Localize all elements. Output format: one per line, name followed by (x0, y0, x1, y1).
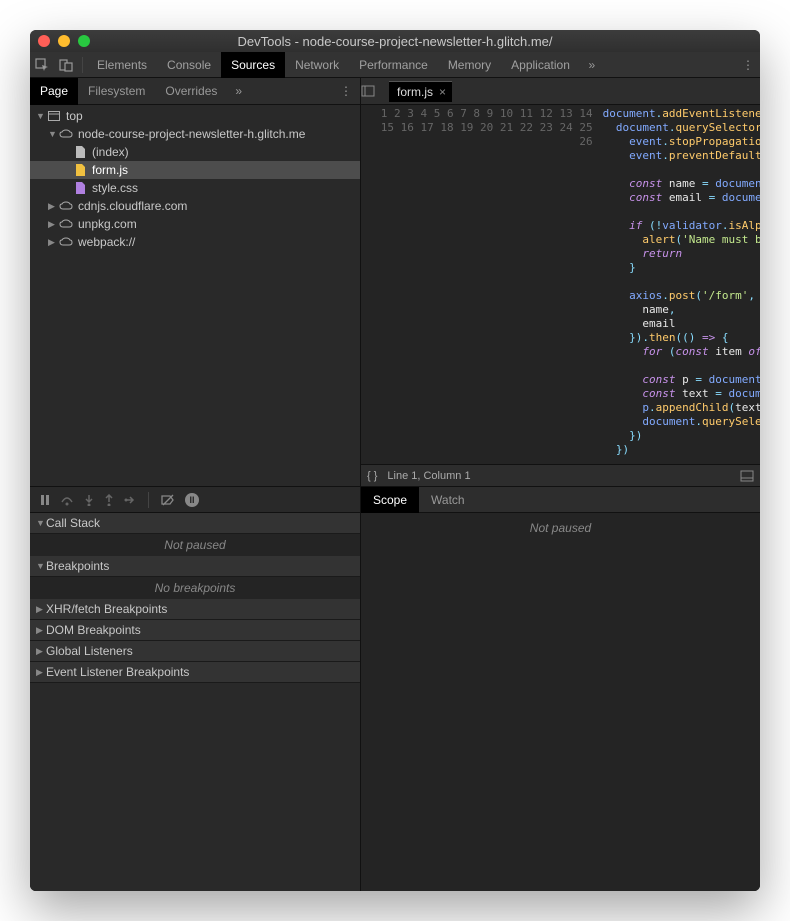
panel-tab-elements[interactable]: Elements (87, 52, 157, 78)
more-panels-icon[interactable]: » (580, 53, 604, 77)
maximize-window-icon[interactable] (78, 35, 90, 47)
section-xhr-fetch-breakpoints[interactable]: ▶XHR/fetch Breakpoints (30, 599, 360, 620)
debugger-toolbar: II (30, 487, 360, 513)
file-tab-label: form.js (397, 85, 433, 99)
file-navigator-icon[interactable] (361, 85, 389, 97)
panel-tab-sources[interactable]: Sources (221, 52, 285, 78)
inspect-element-icon[interactable] (30, 53, 54, 77)
panel-tabs: ElementsConsoleSourcesNetworkPerformance… (87, 52, 580, 78)
more-nav-tabs-icon[interactable]: » (227, 84, 250, 98)
section-body: Not paused (30, 534, 360, 556)
panel-tab-application[interactable]: Application (501, 52, 580, 78)
editor-status-bar: { } Line 1, Column 1 (361, 464, 760, 486)
tree-domain-webpack[interactable]: ▶webpack:// (30, 233, 360, 251)
nav-tab-overrides[interactable]: Overrides (155, 78, 227, 105)
tree-domain[interactable]: ▼node-course-project-newsletter-h.glitch… (30, 125, 360, 143)
step-into-icon[interactable] (84, 494, 94, 506)
step-over-icon[interactable] (60, 494, 74, 506)
nav-menu-icon[interactable]: ⋮ (332, 84, 360, 98)
pretty-print-icon[interactable]: { } (367, 470, 377, 482)
tree-file-index[interactable]: (index) (30, 143, 360, 161)
nav-tab-filesystem[interactable]: Filesystem (78, 78, 155, 105)
tree-top[interactable]: ▼top (30, 107, 360, 125)
navigator-tabs: PageFilesystemOverrides » ⋮ (30, 78, 360, 105)
section-call-stack[interactable]: ▼Call Stack (30, 513, 360, 534)
panel-tab-network[interactable]: Network (285, 52, 349, 78)
devtools-window: DevTools - node-course-project-newslette… (30, 30, 760, 891)
device-toolbar-icon[interactable] (54, 53, 78, 77)
scope-tab-scope[interactable]: Scope (361, 487, 419, 513)
panel-tab-memory[interactable]: Memory (438, 52, 501, 78)
scope-tabs: ScopeWatch (361, 487, 760, 513)
section-event-listener-breakpoints[interactable]: ▶Event Listener Breakpoints (30, 662, 360, 683)
file-tab-form-js[interactable]: form.js × (389, 81, 452, 102)
close-tab-icon[interactable]: × (439, 85, 446, 99)
section-breakpoints[interactable]: ▼Breakpoints (30, 556, 360, 577)
editor-tabs: form.js × (361, 78, 760, 105)
nav-tab-page[interactable]: Page (30, 78, 78, 105)
section-global-listeners[interactable]: ▶Global Listeners (30, 641, 360, 662)
tree-file-formjs[interactable]: form.js (30, 161, 360, 179)
settings-menu-icon[interactable]: ⋮ (736, 53, 760, 77)
scope-content: Not paused (361, 513, 760, 891)
pause-icon[interactable] (40, 494, 50, 506)
window-title: DevTools - node-course-project-newslette… (30, 34, 760, 49)
cursor-position: Line 1, Column 1 (387, 470, 470, 482)
code-editor[interactable]: 1 2 3 4 5 6 7 8 9 10 11 12 13 14 15 16 1… (361, 105, 760, 464)
titlebar: DevTools - node-course-project-newslette… (30, 30, 760, 52)
main-toolbar: ElementsConsoleSourcesNetworkPerformance… (30, 52, 760, 78)
scope-tab-watch[interactable]: Watch (419, 487, 477, 513)
scope-pane: ScopeWatch Not paused (361, 487, 760, 891)
debugger-pane: II ▼Call StackNot paused▼BreakpointsNo b… (30, 487, 361, 891)
line-gutter: 1 2 3 4 5 6 7 8 9 10 11 12 13 14 15 16 1… (361, 105, 599, 464)
tree-domain-unpkg[interactable]: ▶unpkg.com (30, 215, 360, 233)
step-icon[interactable] (124, 494, 136, 506)
code-content[interactable]: document.addEventListener("DOMContentLoa… (599, 105, 760, 464)
section-dom-breakpoints[interactable]: ▶DOM Breakpoints (30, 620, 360, 641)
step-out-icon[interactable] (104, 494, 114, 506)
deactivate-breakpoints-icon[interactable] (161, 494, 175, 506)
minimize-window-icon[interactable] (58, 35, 70, 47)
file-tree[interactable]: ▼top▼node-course-project-newsletter-h.gl… (30, 105, 360, 486)
panel-tab-performance[interactable]: Performance (349, 52, 438, 78)
tree-file-stylecss[interactable]: style.css (30, 179, 360, 197)
debugger-sections: ▼Call StackNot paused▼BreakpointsNo brea… (30, 513, 360, 891)
section-body: No breakpoints (30, 577, 360, 599)
tree-domain-cdnjs[interactable]: ▶cdnjs.cloudflare.com (30, 197, 360, 215)
panel-tab-console[interactable]: Console (157, 52, 221, 78)
navigator-pane: PageFilesystemOverrides » ⋮ ▼top▼node-co… (30, 78, 361, 486)
close-window-icon[interactable] (38, 35, 50, 47)
coverage-icon[interactable] (740, 470, 754, 482)
editor-pane: form.js × 1 2 3 4 5 6 7 8 9 10 11 12 13 … (361, 78, 760, 486)
pause-on-exceptions-icon[interactable]: II (185, 493, 199, 507)
